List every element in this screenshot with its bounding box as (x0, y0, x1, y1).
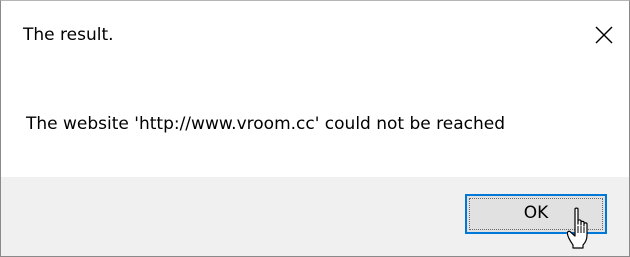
close-icon (595, 26, 613, 44)
ok-button[interactable]: OK (465, 194, 607, 234)
message-text: The website 'http://www.vroom.cc' could … (26, 114, 506, 134)
title-bar: The result. (1, 1, 629, 69)
message-area: The website 'http://www.vroom.cc' could … (1, 69, 629, 177)
message-box-dialog: The result. The website 'http://www.vroo… (0, 0, 630, 257)
dialog-title: The result. (23, 25, 114, 45)
button-bar: OK (1, 177, 629, 256)
ok-button-label: OK (523, 203, 549, 223)
close-button[interactable] (581, 15, 627, 55)
